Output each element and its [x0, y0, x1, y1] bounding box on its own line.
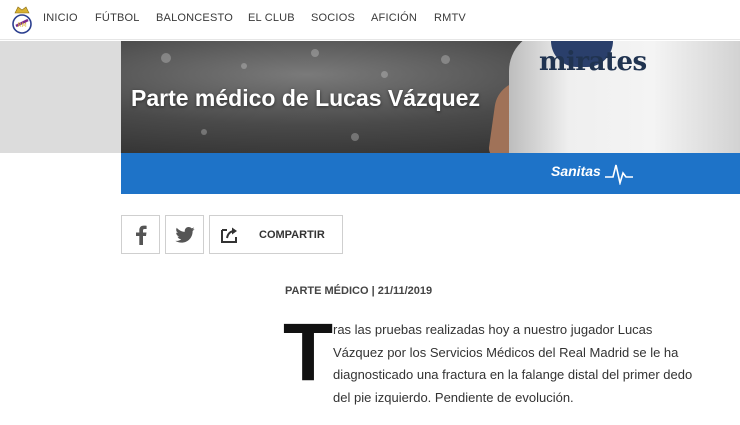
jersey-sponsor-text: mirates [539, 47, 647, 77]
twitter-icon [175, 227, 195, 243]
nav-rmtv[interactable]: RMTV [434, 12, 466, 24]
share-twitter-button[interactable] [165, 215, 204, 254]
crowd-light [311, 49, 319, 57]
article-body: ras las pruebas realizadas hoy a nuestro… [333, 319, 733, 409]
nav-inicio[interactable]: INICIO [43, 12, 78, 24]
crowd-light [201, 129, 207, 135]
nav-aficion[interactable]: AFICIÓN [371, 12, 417, 24]
crowd-light [441, 55, 450, 64]
crowd-light [161, 53, 171, 63]
top-navigation: RM INICIO FÚTBOL BALONCESTO EL CLUB SOCI… [0, 0, 740, 40]
nav-futbol[interactable]: FÚTBOL [95, 12, 140, 24]
share-icon [221, 227, 237, 243]
share-facebook-button[interactable] [121, 215, 160, 254]
share-label: COMPARTIR [259, 229, 325, 241]
nav-baloncesto[interactable]: BALONCESTO [156, 12, 233, 24]
heartbeat-icon [605, 164, 633, 185]
article-line: Vázquez por los Servicios Médicos del Re… [333, 344, 679, 360]
facebook-icon [136, 225, 147, 245]
crowd-light [381, 71, 388, 78]
sponsor-bar: Sanitas [121, 153, 740, 194]
share-more-button[interactable]: COMPARTIR [209, 215, 343, 254]
nav-el-club[interactable]: EL CLUB [248, 12, 295, 24]
article-line: ras las pruebas realizadas hoy a nuestro… [333, 322, 653, 337]
article-line: diagnosticado una fractura en la falange… [333, 367, 693, 382]
crowd-light [351, 133, 359, 141]
hero-banner: mirates Parte médico de Lucas Vázquez [121, 41, 740, 153]
page-title: Parte médico de Lucas Vázquez [131, 85, 480, 111]
article-meta: PARTE MÉDICO | 21/11/2019 [285, 285, 433, 297]
club-crest-logo[interactable]: RM [11, 5, 33, 35]
crowd-light [241, 63, 247, 69]
nav-socios[interactable]: SOCIOS [311, 12, 355, 24]
sanitas-logo-text[interactable]: Sanitas [551, 163, 601, 179]
hero-side-panel [0, 41, 122, 153]
article-dropcap: T [283, 307, 334, 398]
svg-text:RM: RM [17, 22, 26, 29]
article-line: del pie izquierdo. Pendiente de evolució… [333, 389, 574, 405]
